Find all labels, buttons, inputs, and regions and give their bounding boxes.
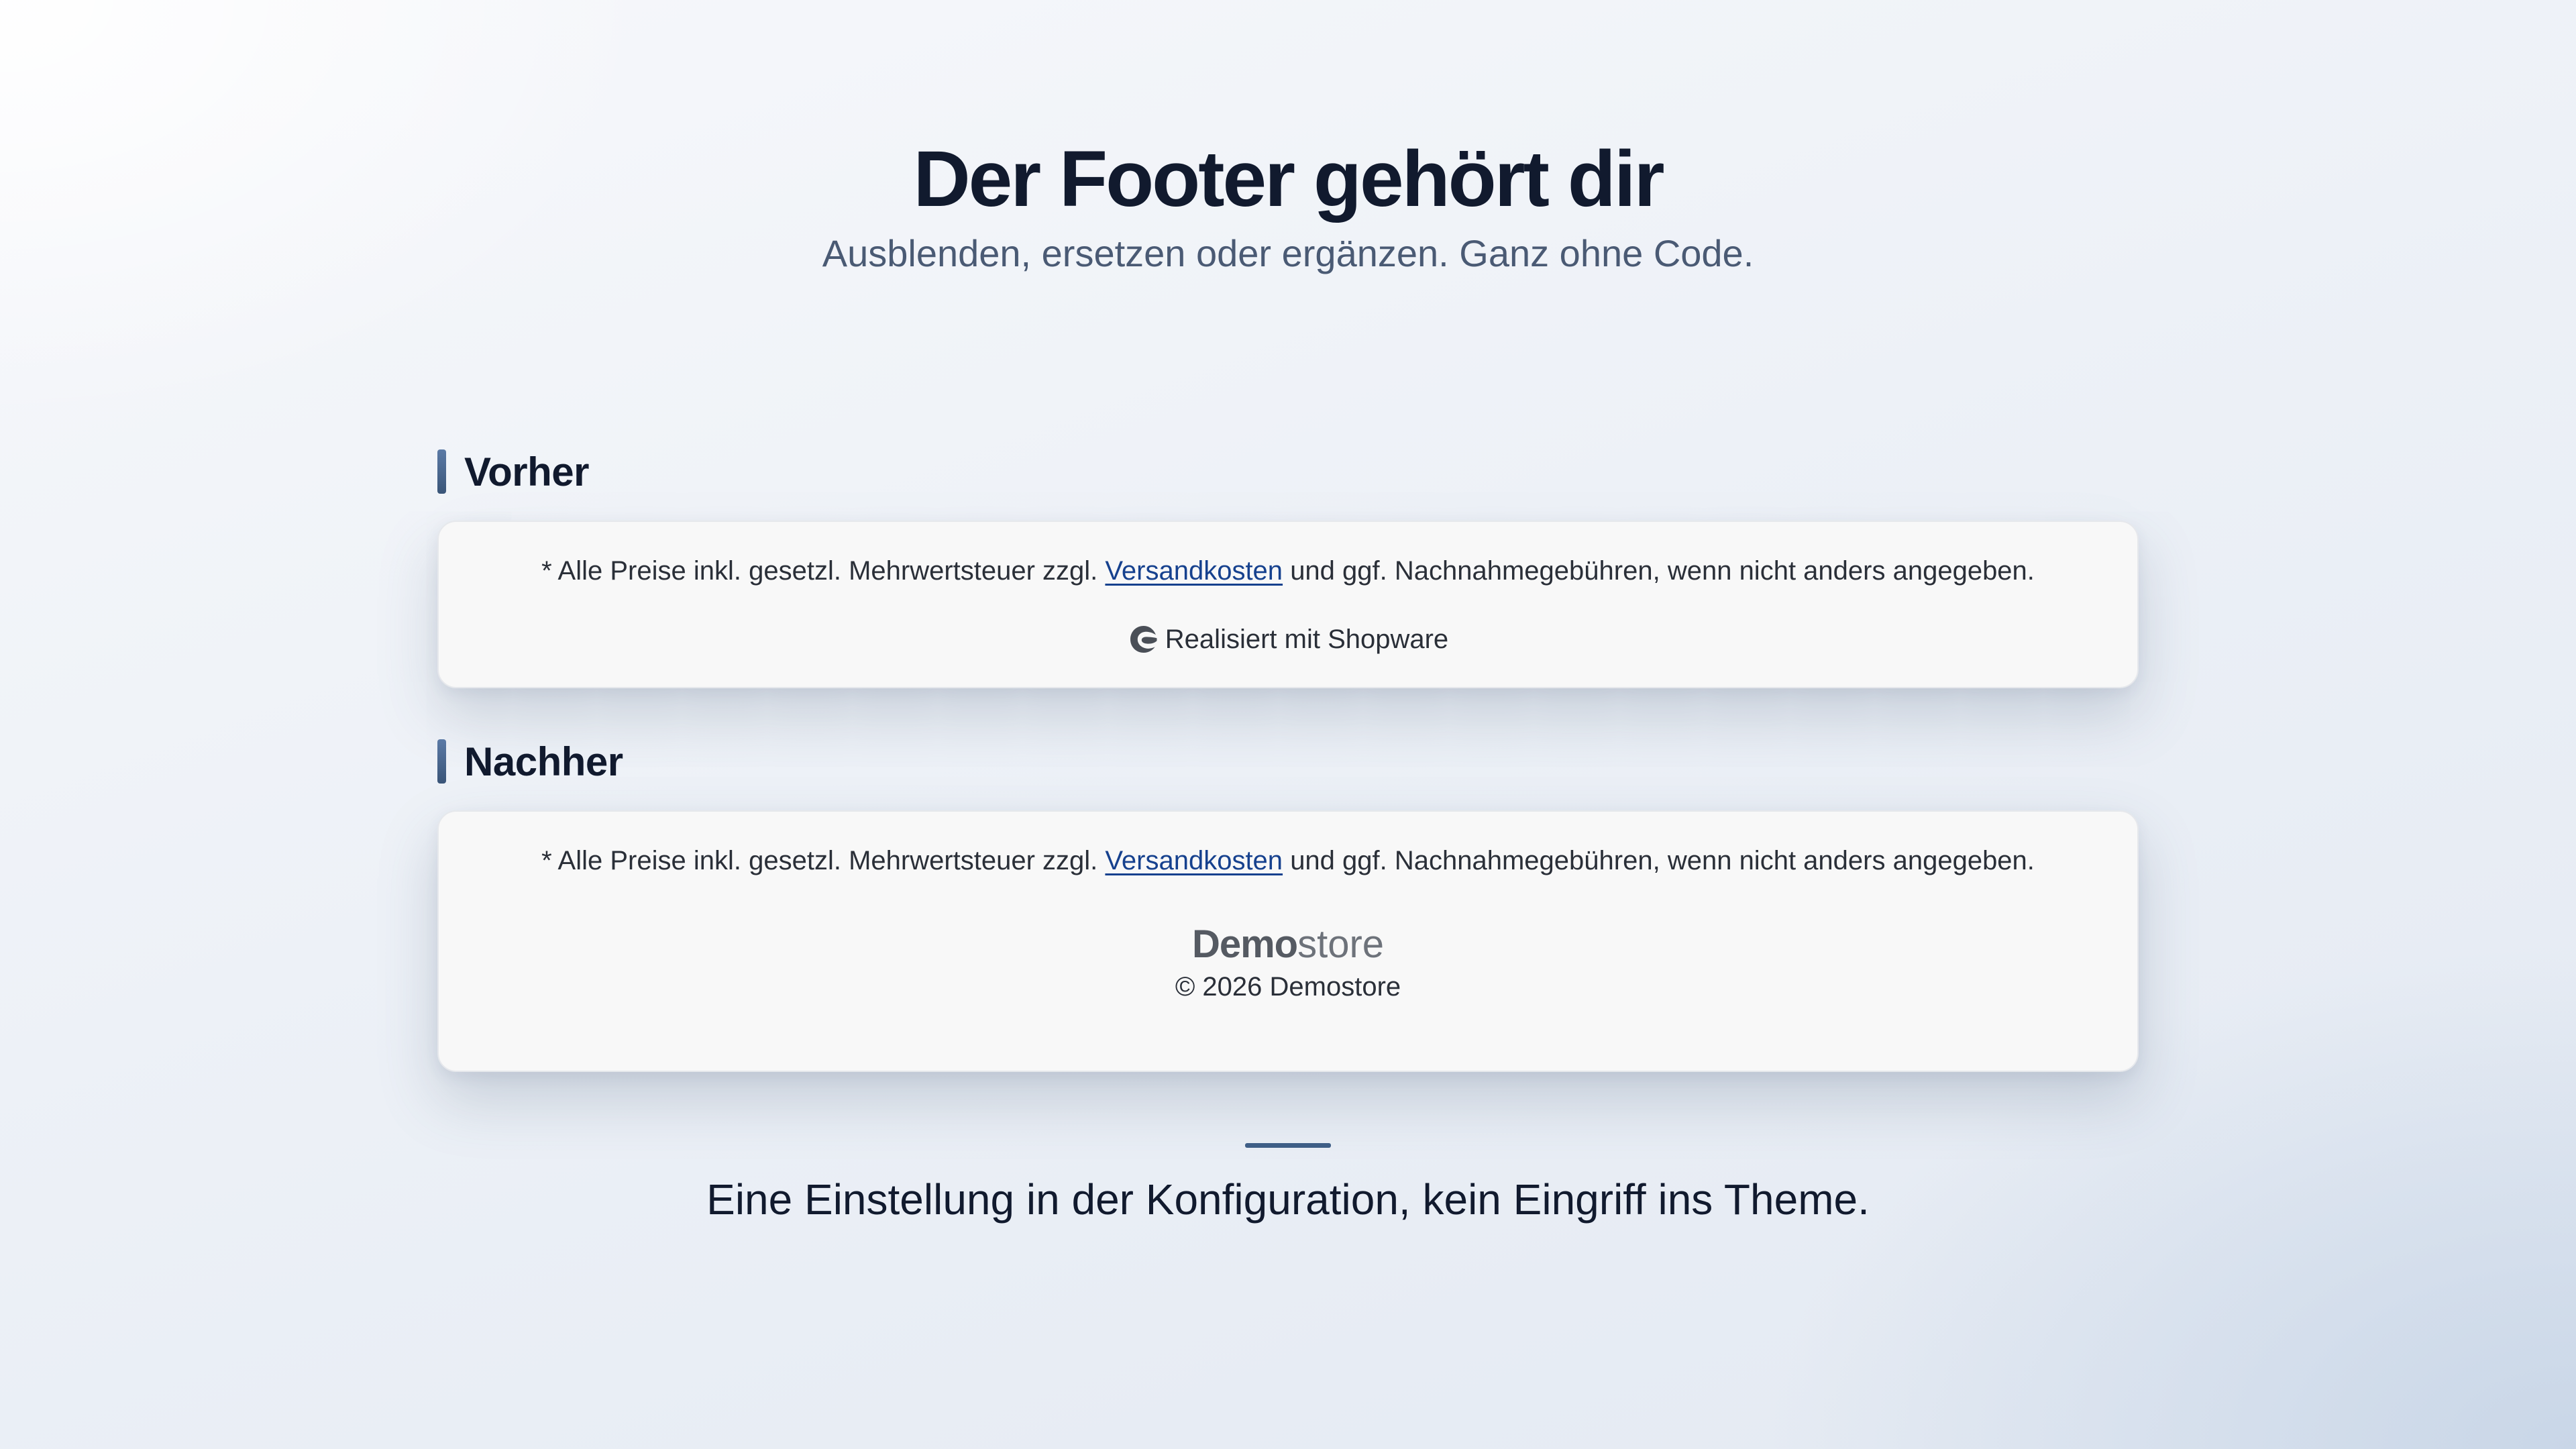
page-title: Der Footer gehört dir: [913, 135, 1664, 223]
before-title: Vorher: [464, 449, 589, 494]
hero: Der Footer gehört dir Ausblenden, ersetz…: [0, 134, 2576, 277]
vat-prefix: * Alle Preise inkl. gesetzl. Mehrwertste…: [541, 556, 1098, 586]
after-section: Nachher * Alle Preise inkl. gesetzl. Meh…: [437, 738, 2139, 1072]
before-heading: Vorher: [437, 448, 2139, 495]
vat-suffix: und ggf. Nachnahmegebühren, wenn nicht a…: [1290, 846, 2035, 875]
vat-notice: * Alle Preise inkl. gesetzl. Mehrwertste…: [439, 812, 2137, 877]
shopware-logo-icon: [1130, 626, 1157, 653]
copyright: © 2026 Demostore: [1175, 972, 1401, 1002]
vat-notice: * Alle Preise inkl. gesetzl. Mehrwertste…: [439, 522, 2137, 588]
accent-bar: [437, 449, 446, 494]
brand-bold: Demo: [1191, 922, 1298, 966]
divider: [1245, 1143, 1331, 1148]
powered-by-label: Realisiert mit Shopware: [1165, 625, 1449, 654]
powered-by: Realisiert mit Shopware: [1128, 623, 1448, 656]
footer-after-card: * Alle Preise inkl. gesetzl. Mehrwertste…: [437, 810, 2139, 1072]
closing-statement: Eine Einstellung in der Konfiguration, k…: [706, 1175, 1870, 1224]
shipping-costs-link[interactable]: Versandkosten: [1105, 556, 1283, 586]
brand-logo[interactable]: Demostore: [439, 923, 2137, 966]
footer-before-card: * Alle Preise inkl. gesetzl. Mehrwertste…: [437, 521, 2139, 688]
accent-bar: [437, 739, 446, 784]
vat-suffix: und ggf. Nachnahmegebühren, wenn nicht a…: [1290, 556, 2035, 586]
page-subtitle: Ausblenden, ersetzen oder ergänzen. Ganz…: [822, 232, 1754, 274]
vat-prefix: * Alle Preise inkl. gesetzl. Mehrwertste…: [541, 846, 1098, 875]
after-heading: Nachher: [437, 738, 2139, 785]
shipping-costs-link[interactable]: Versandkosten: [1105, 846, 1283, 875]
brand-light: store: [1297, 922, 1385, 966]
before-section: Vorher * Alle Preise inkl. gesetzl. Mehr…: [437, 448, 2139, 688]
after-title: Nachher: [464, 739, 623, 784]
